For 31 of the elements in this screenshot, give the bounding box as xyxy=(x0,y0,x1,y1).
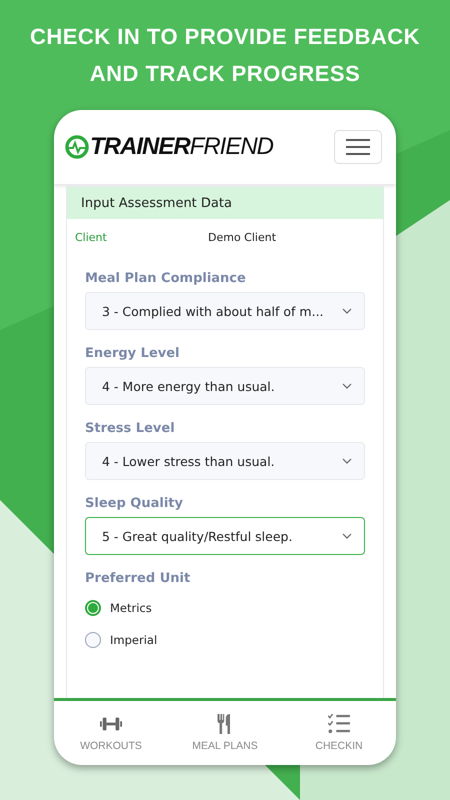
client-value: Demo Client xyxy=(208,230,276,244)
select-field[interactable]: 4 - More energy than usual. xyxy=(85,367,365,405)
nav-tab[interactable]: MEAL PLANS xyxy=(168,701,282,765)
headline: AND TRACK PROGRESS xyxy=(90,60,360,88)
logo-text: TRAINER xyxy=(90,133,190,161)
chevron-icon xyxy=(342,383,352,389)
chevron-icon xyxy=(342,308,352,314)
pulse-logo-icon xyxy=(65,135,89,159)
logo-text: FRIEND xyxy=(190,133,274,161)
client-label: Client xyxy=(75,230,108,244)
select-field[interactable]: 4 - Lower stress than usual. xyxy=(85,442,365,480)
nav-tab[interactable]: WORKOUTS xyxy=(54,701,168,765)
field-label: Stress Level xyxy=(85,421,176,436)
radio-button[interactable] xyxy=(85,632,101,648)
field-label: Meal Plan Compliance xyxy=(85,271,247,286)
chevron-icon xyxy=(342,533,352,539)
chevron-icon xyxy=(342,458,352,464)
card-title: Input Assessment Data xyxy=(81,196,232,210)
field-label: Preferred Unit xyxy=(85,571,192,586)
menu-button[interactable] xyxy=(334,130,382,164)
radio-button[interactable] xyxy=(85,600,101,616)
select-field[interactable]: 5 - Great quality/Restful sleep. xyxy=(85,517,365,555)
nav-tab[interactable]: CHECKIN xyxy=(282,701,396,765)
radio-label: Imperial xyxy=(110,633,158,647)
radio-label: Metrics xyxy=(110,601,152,615)
select-field[interactable]: 3 - Complied with about half of m... xyxy=(85,292,365,330)
headline: CHECK IN TO PROVIDE FEEDBACK xyxy=(30,23,420,51)
menu-icon xyxy=(346,138,370,156)
field-label: Energy Level xyxy=(85,346,181,361)
field-label: Sleep Quality xyxy=(85,496,184,511)
checklist-icon xyxy=(328,714,350,734)
